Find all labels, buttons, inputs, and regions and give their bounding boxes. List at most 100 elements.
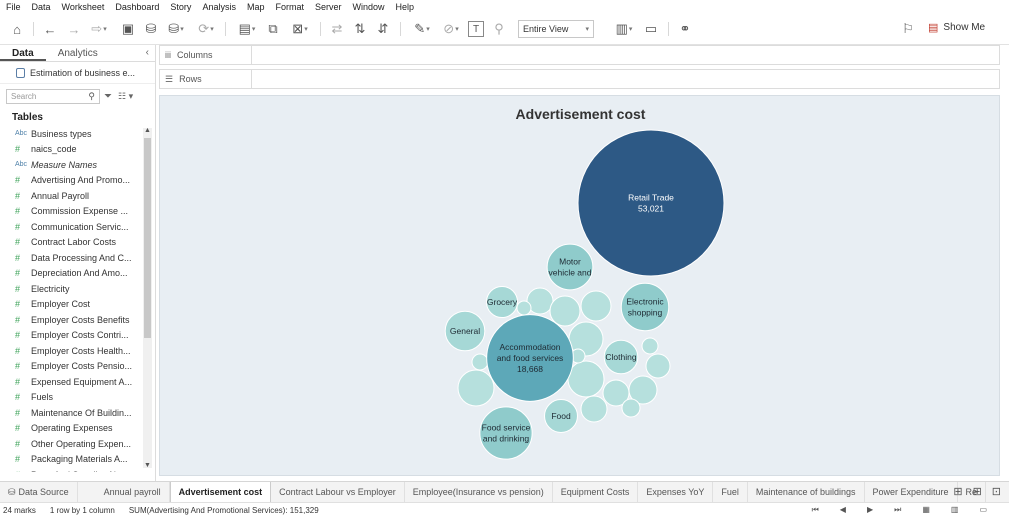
sheet-tab[interactable]: Advertisement cost xyxy=(169,481,272,503)
columns-shelf[interactable]: iii Columns xyxy=(159,45,1000,65)
field-item[interactable]: # Contract Labor Costs xyxy=(0,235,155,251)
new-dashboard-tab-icon[interactable]: ⊞ xyxy=(973,485,982,498)
menu-window[interactable]: Window xyxy=(353,2,385,12)
bubble-unlabeled[interactable] xyxy=(457,369,495,407)
save-icon[interactable]: ▣ xyxy=(120,21,136,37)
sheet-tab[interactable]: Expenses YoY xyxy=(638,481,714,503)
field-item[interactable]: # Employer Cost xyxy=(0,297,155,313)
undo-icon[interactable]: ← xyxy=(42,21,58,37)
menu-help[interactable]: Help xyxy=(396,2,415,12)
redo-icon[interactable]: → xyxy=(66,21,82,37)
field-item[interactable]: # Communication Servic... xyxy=(0,219,155,235)
tab-data-source[interactable]: ⛁ Data Source xyxy=(0,481,78,503)
search-input[interactable]: Search ⚲ xyxy=(6,88,100,104)
field-item[interactable]: # Employer Costs Health... xyxy=(0,343,155,359)
presentation-mode-icon[interactable]: ▭ xyxy=(643,21,659,37)
new-worksheet-tab-icon[interactable]: ⊞ xyxy=(953,485,962,498)
clear-sheet-icon[interactable]: ⊠ ▾ xyxy=(288,21,312,37)
field-item[interactable]: # Maintenance Of Buildin... xyxy=(0,405,155,421)
menu-data[interactable]: Data xyxy=(32,2,51,12)
bubble-unlabeled[interactable] xyxy=(621,398,641,418)
new-datasource-icon[interactable]: ⛁ xyxy=(143,21,159,37)
sheet-tab[interactable]: Annual payroll xyxy=(96,481,170,503)
field-item[interactable]: # Data Processing And C... xyxy=(0,250,155,266)
menu-story[interactable]: Story xyxy=(170,2,191,12)
grid-view-icon[interactable]: ▦ xyxy=(922,505,930,515)
field-item[interactable]: # Electricity xyxy=(0,281,155,297)
tabs-view-icon[interactable]: ▭ xyxy=(979,505,987,515)
field-item[interactable]: # naics_code xyxy=(0,142,155,158)
scroll-up-icon[interactable]: ▲ xyxy=(143,127,152,134)
filmstrip-view-icon[interactable]: ▥ xyxy=(951,505,959,515)
highlight-icon[interactable]: ✎ ▾ xyxy=(410,21,434,37)
menu-file[interactable]: File xyxy=(6,2,21,12)
first-sheet-icon[interactable]: ⏮ xyxy=(812,505,819,515)
pin-icon[interactable]: ⚐ xyxy=(900,21,916,37)
filter-icon[interactable]: ⏷ xyxy=(104,91,112,102)
field-item[interactable]: # Annual Payroll xyxy=(0,188,155,204)
menu-analysis[interactable]: Analysis xyxy=(202,2,236,12)
data-source-item[interactable]: Estimation of business e... xyxy=(0,62,155,84)
fit-select[interactable]: Entire View ▾ xyxy=(518,20,594,38)
menu-dashboard[interactable]: Dashboard xyxy=(115,2,159,12)
scroll-down-icon[interactable]: ▼ xyxy=(143,462,152,469)
show-cards-icon[interactable]: ▥ ▾ xyxy=(612,21,636,37)
view-options-icon[interactable]: ☷ ▾ xyxy=(118,91,133,102)
bubble-unlabeled[interactable] xyxy=(580,290,612,322)
next-sheet-icon[interactable]: ▶ xyxy=(867,505,873,515)
show-labels-icon[interactable]: T xyxy=(468,21,484,37)
replay-icon[interactable]: ⇨ ▾ xyxy=(88,21,110,37)
rows-shelf[interactable]: ☰ Rows xyxy=(159,69,1000,89)
field-item[interactable]: # Fuels xyxy=(0,390,155,406)
new-worksheet-icon[interactable]: ▤ ▾ xyxy=(234,21,260,37)
field-item[interactable]: # Commission Expense ... xyxy=(0,204,155,220)
fix-axes-icon[interactable]: ⚲ xyxy=(491,21,507,37)
sheet-tab[interactable]: Maintenance of buildings xyxy=(748,481,865,503)
sheet-tab[interactable]: Fuel xyxy=(713,481,748,503)
sheet-tab[interactable]: Power Expenditure xyxy=(865,481,958,503)
menu-server[interactable]: Server xyxy=(315,2,342,12)
bubble-unlabeled[interactable] xyxy=(580,395,608,423)
bubble-unlabeled[interactable] xyxy=(549,295,581,327)
field-item[interactable]: # Employer Costs Contri... xyxy=(0,328,155,344)
new-story-tab-icon[interactable]: ⊡ xyxy=(992,485,1001,498)
show-me-button[interactable]: ▤ Show Me xyxy=(928,21,985,34)
duplicate-icon[interactable]: ⧉ xyxy=(265,21,281,37)
tab-analytics[interactable]: Analytics xyxy=(46,45,110,61)
tab-data[interactable]: Data xyxy=(0,45,46,61)
field-item[interactable]: # Advertising And Promo... xyxy=(0,173,155,189)
bubble-chart[interactable]: Retail Trade53,021 Accommodationand food … xyxy=(160,96,1001,477)
scroll-thumb[interactable] xyxy=(144,138,151,338)
last-sheet-icon[interactable]: ⏭ xyxy=(894,505,901,515)
field-item[interactable]: # Employer Costs Benefits xyxy=(0,312,155,328)
field-item[interactable]: # Employer Costs Pensio... xyxy=(0,359,155,375)
field-item[interactable]: # Packaging Materials A... xyxy=(0,452,155,468)
menu-map[interactable]: Map xyxy=(247,2,265,12)
menu-worksheet[interactable]: Worksheet xyxy=(62,2,105,12)
sort-descending-icon[interactable]: ⇵ xyxy=(375,21,391,37)
bubble-unlabeled[interactable] xyxy=(516,300,532,316)
collapse-pane-icon[interactable]: ‹ xyxy=(146,47,149,58)
prev-sheet-icon[interactable]: ◀ xyxy=(840,505,846,515)
field-item[interactable]: # Operating Expenses xyxy=(0,421,155,437)
swap-icon[interactable]: ⇄ xyxy=(329,21,345,37)
share-icon[interactable]: ⚭ xyxy=(677,21,693,37)
refresh-icon[interactable]: ⟳ ▾ xyxy=(194,21,218,37)
sort-ascending-icon[interactable]: ⇅ xyxy=(352,21,368,37)
bubble-unlabeled[interactable] xyxy=(641,337,659,355)
sheet-tab[interactable]: Contract Labour vs Employer xyxy=(271,481,405,503)
bubble-unlabeled[interactable] xyxy=(567,360,605,398)
field-item[interactable]: # Depreciation And Amo... xyxy=(0,266,155,282)
viz-canvas[interactable]: Advertisement cost Retail Trade 53,021 Acc… xyxy=(159,95,1000,476)
bubble-unlabeled[interactable] xyxy=(471,353,489,371)
sheet-tab[interactable]: Equipment Costs xyxy=(553,481,639,503)
group-icon[interactable]: ⊘ ▾ xyxy=(440,21,462,37)
field-item[interactable]: # Other Operating Expen... xyxy=(0,436,155,452)
pause-updates-icon[interactable]: ⛁ ▾ xyxy=(166,21,186,37)
bubble-unlabeled[interactable] xyxy=(645,353,671,379)
field-list-scrollbar[interactable]: ▲ ▼ xyxy=(143,127,152,469)
menu-format[interactable]: Format xyxy=(275,2,304,12)
field-item[interactable]: Abc Business types xyxy=(0,126,155,142)
home-icon[interactable]: ⌂ xyxy=(8,21,26,37)
field-item[interactable]: Abc Measure Names xyxy=(0,157,155,173)
